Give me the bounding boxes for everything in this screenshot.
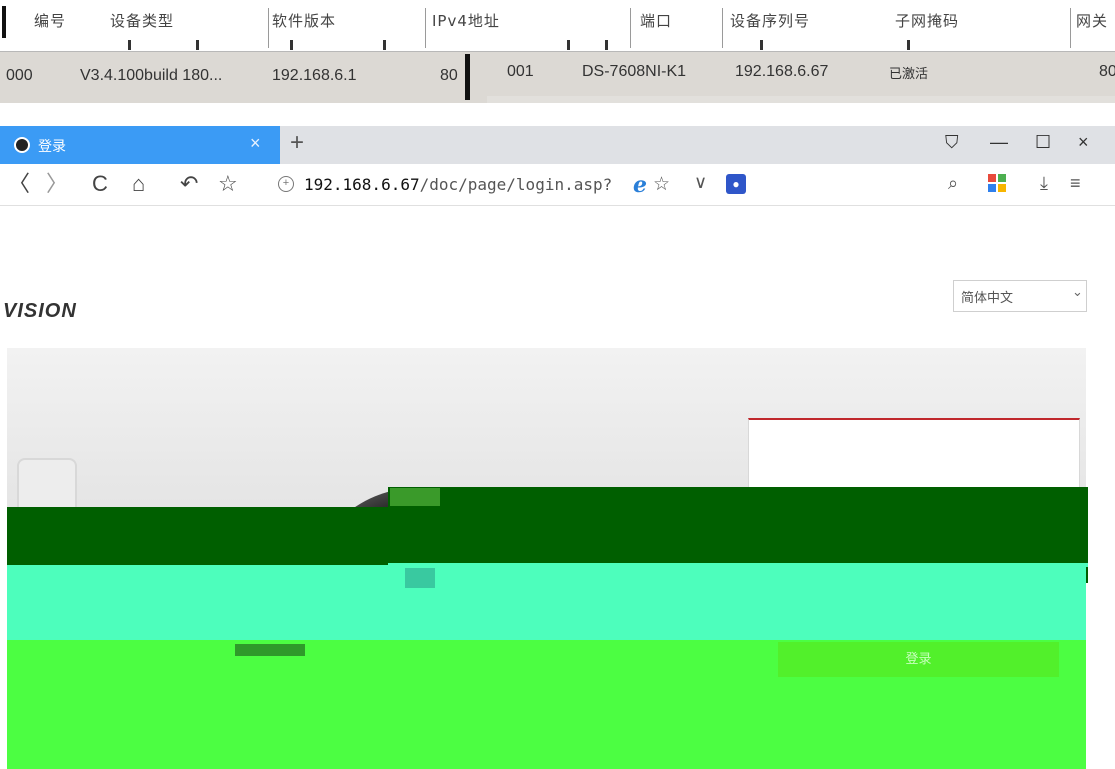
menu-icon[interactable]: ≡	[1070, 173, 1081, 194]
render-artifact-noise	[235, 644, 305, 656]
column-header-port[interactable]: 端口	[640, 10, 700, 46]
login-button[interactable]: 登录	[778, 642, 1059, 677]
column-header-device-type[interactable]: 设备类型	[110, 10, 210, 46]
tab-bar: 登录 × + ⛉ — ☐ ×	[0, 126, 1115, 164]
home-button[interactable]: ⌂	[132, 172, 145, 196]
address-bar[interactable]: + 192.168.6.67/doc/page/login.asp? e ☆ ∨…	[262, 168, 762, 202]
column-tick	[290, 40, 293, 50]
column-header-software-version[interactable]: 软件版本	[272, 10, 382, 46]
back-button[interactable]: 〈	[8, 172, 30, 196]
cell-id: 001	[507, 63, 534, 80]
table-row[interactable]: 001 DS-7608NI-K1 192.168.6.67 已激活 80	[487, 52, 1115, 96]
new-tab-button[interactable]: +	[290, 129, 304, 157]
column-tick	[605, 40, 608, 50]
chevron-down-icon[interactable]: ∨	[694, 172, 707, 193]
shield-icon[interactable]: +	[278, 176, 294, 192]
favorites-button[interactable]: ☆	[218, 172, 238, 196]
maximize-button[interactable]: ☐	[1035, 132, 1051, 153]
column-header-gateway[interactable]: 网关	[1076, 10, 1115, 46]
language-select[interactable]: 简体中文 ⌄	[953, 280, 1087, 312]
close-window-button[interactable]: ×	[1078, 132, 1089, 153]
language-selected: 简体中文	[961, 291, 1014, 306]
cell-model: DS-7608NI-K1	[582, 63, 687, 80]
cell-port: 80	[1099, 63, 1115, 80]
apps-grid-icon[interactable]	[988, 174, 1006, 192]
skin-icon[interactable]: ⛉	[945, 132, 959, 153]
address-url[interactable]: 192.168.6.67/doc/page/login.asp?	[304, 175, 612, 194]
render-artifact-band	[388, 563, 1088, 567]
column-tick	[128, 40, 131, 50]
baidu-paw-icon[interactable]: ●	[726, 174, 746, 194]
cell-status: 已激活	[889, 66, 929, 81]
tab-login[interactable]: 登录 ×	[0, 126, 280, 164]
column-header-serial[interactable]: 设备序列号	[730, 10, 840, 46]
ie-engine-icon[interactable]: e	[633, 172, 647, 198]
column-divider[interactable]	[425, 8, 426, 48]
search-icon[interactable]: ⌕	[948, 173, 958, 194]
reload-button[interactable]: C	[92, 172, 108, 196]
minimize-button[interactable]: —	[990, 132, 1008, 153]
column-divider[interactable]	[722, 8, 723, 48]
tab-close-icon[interactable]: ×	[250, 133, 261, 154]
column-divider[interactable]	[1070, 8, 1071, 48]
chevron-down-icon: ⌄	[1072, 284, 1083, 299]
forward-button[interactable]: 〉	[46, 172, 68, 196]
brand-logo: VISION	[3, 300, 77, 322]
row-divider	[465, 54, 470, 100]
device-list-table: 编号 设备类型 软件版本 IPv4地址 端口 设备序列号 子网掩码 网关 000…	[0, 0, 1115, 103]
column-tick	[760, 40, 763, 50]
column-tick	[567, 40, 570, 50]
cell-id: 000	[6, 67, 33, 84]
column-tick	[907, 40, 910, 50]
cell-ipv4: 192.168.6.67	[735, 63, 829, 80]
column-tick	[383, 40, 386, 50]
cell-software-version: V3.4.100build 180...	[80, 67, 223, 84]
render-artifact-band	[7, 565, 1086, 643]
render-artifact-noise	[405, 568, 435, 588]
render-artifact-noise	[390, 488, 440, 506]
tab-title: 登录	[38, 139, 66, 155]
column-header-ipv4[interactable]: IPv4地址	[432, 10, 532, 46]
column-header-id[interactable]: 编号	[34, 10, 104, 46]
browser-toolbar: 〈 〉 C ⌂ ↶ ☆ + 192.168.6.67/doc/page/logi…	[0, 164, 1115, 206]
download-icon[interactable]: ⤓	[1040, 173, 1048, 194]
cell-port: 80	[440, 67, 458, 84]
column-divider[interactable]	[268, 8, 269, 48]
table-header: 编号 设备类型 软件版本 IPv4地址 端口 设备序列号 子网掩码 网关	[0, 0, 1115, 52]
bookmark-star-icon[interactable]: ☆	[653, 173, 670, 196]
column-divider[interactable]	[630, 8, 631, 48]
table-edge-marker	[2, 6, 6, 38]
column-tick	[196, 40, 199, 50]
table-row[interactable]: 000 V3.4.100build 180... 192.168.6.1 80	[0, 52, 487, 103]
column-header-subnet[interactable]: 子网掩码	[895, 10, 1005, 46]
cell-ipv4: 192.168.6.1	[272, 67, 357, 84]
address-host: 192.168.6.67	[304, 175, 420, 194]
address-path: /doc/page/login.asp?	[419, 175, 613, 194]
undo-close-button[interactable]: ↶	[180, 172, 198, 196]
camera-favicon-icon	[14, 137, 30, 153]
